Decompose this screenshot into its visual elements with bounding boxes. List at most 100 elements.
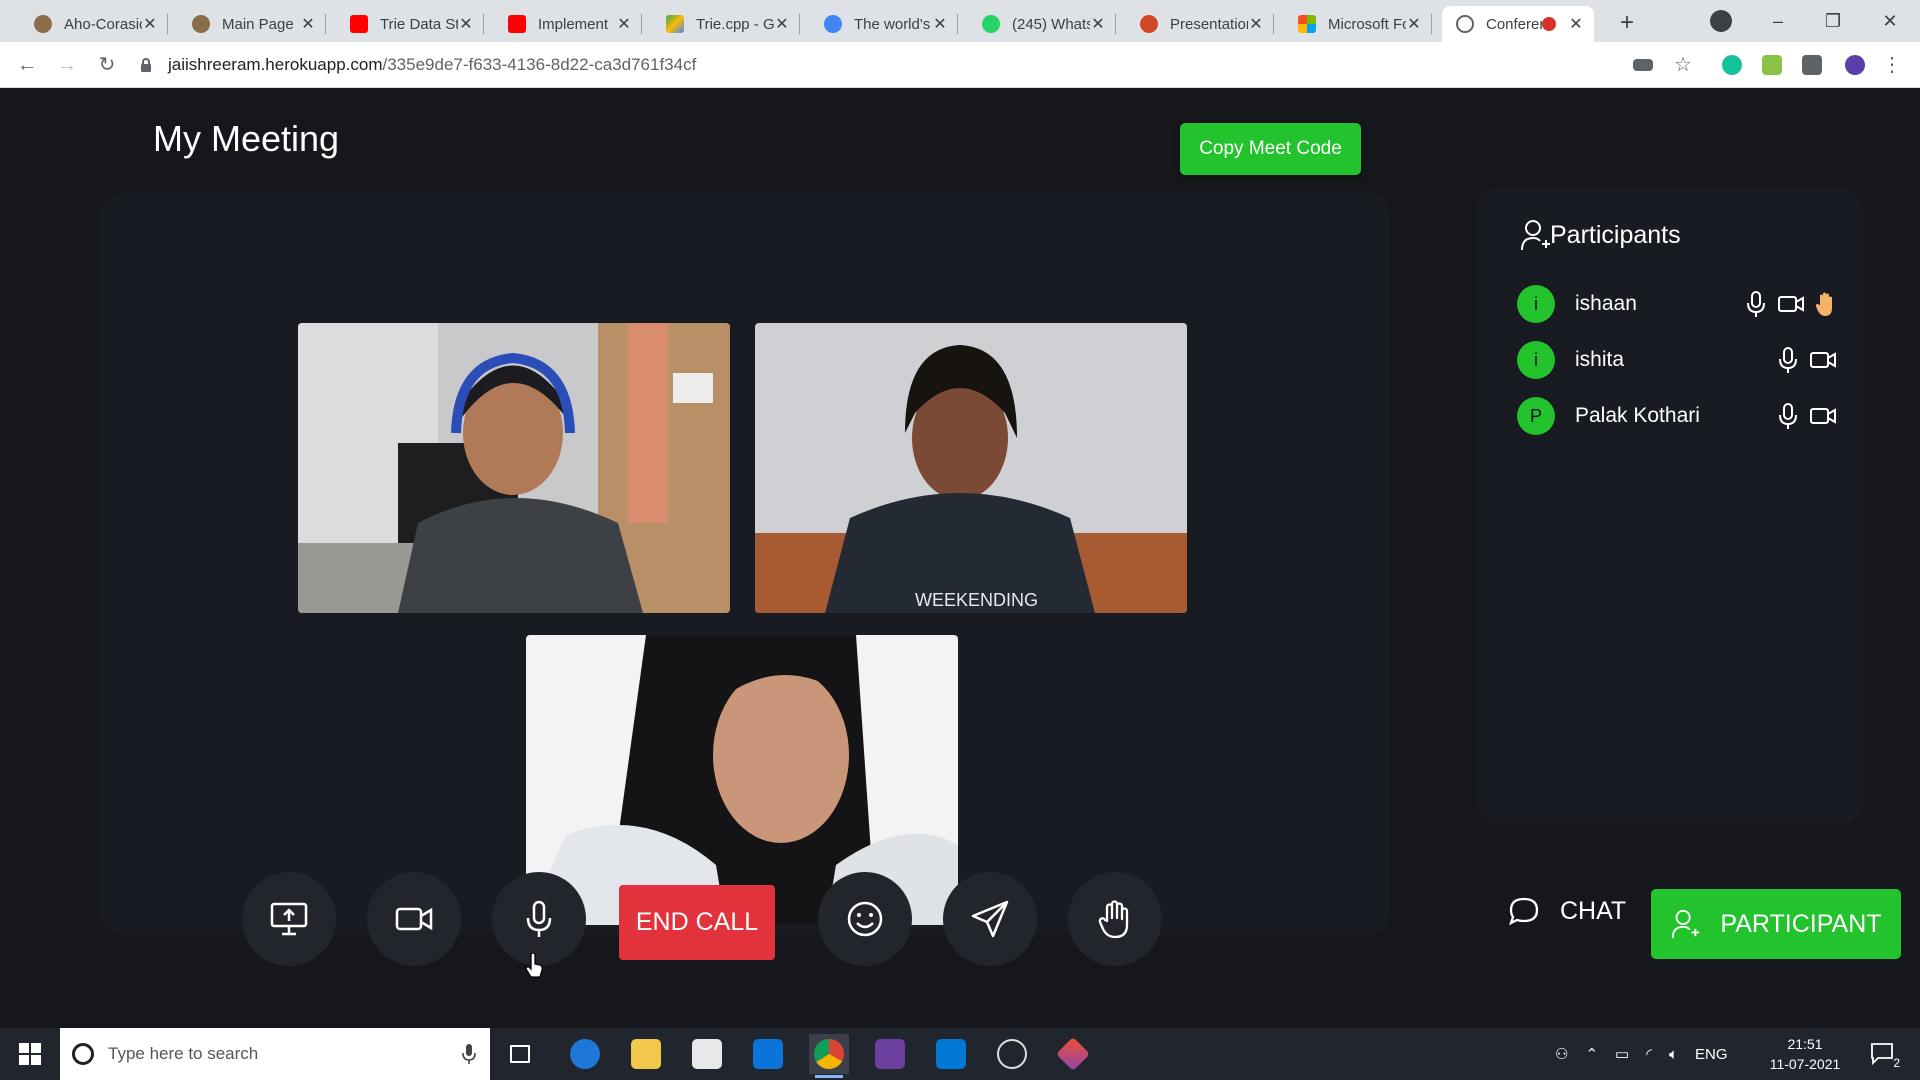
browser-tab[interactable]: Presentation ✕ (1126, 6, 1274, 42)
minimize-button[interactable]: – (1758, 6, 1798, 36)
browser-tab[interactable]: Implement ✕ (494, 6, 642, 42)
cortana-icon (72, 1043, 94, 1065)
people-icon[interactable]: ⚇ (1555, 1045, 1568, 1063)
chat-button[interactable]: CHAT (1508, 896, 1626, 926)
clock[interactable]: 21:51 11-07-2021 (1765, 1034, 1845, 1074)
taskbar-app-media[interactable] (870, 1034, 910, 1074)
close-tab-icon[interactable]: ✕ (932, 14, 948, 34)
tab-title: Implement (538, 15, 609, 33)
notification-icon (1871, 1043, 1893, 1066)
toggle-camera-button[interactable] (367, 872, 461, 966)
add-user-icon (1521, 220, 1550, 251)
browser-tab[interactable]: Main Page ✕ (178, 6, 326, 42)
participant-row: i ishita (1517, 340, 1837, 380)
task-view-button[interactable] (500, 1034, 540, 1074)
browser-tab[interactable]: (245) WhatsApp ✕ (968, 6, 1116, 42)
browser-tab[interactable]: Trie.cpp - Google Drive ✕ (652, 6, 800, 42)
browser-tab-active[interactable]: Conference ✕ (1442, 6, 1594, 42)
reload-icon[interactable]: ↻ (93, 51, 121, 79)
smiley-icon (847, 901, 883, 937)
participant-name: ishaan (1575, 292, 1637, 315)
close-tab-icon[interactable]: ✕ (1406, 14, 1422, 34)
clock-date: 11-07-2021 (1769, 1056, 1841, 1072)
screen-share-icon (270, 902, 308, 936)
browser-tab[interactable]: Microsoft Forms ✕ (1284, 6, 1432, 42)
close-tab-icon[interactable]: ✕ (1090, 14, 1106, 34)
toggle-microphone-button[interactable] (492, 872, 586, 966)
extensions-puzzle-icon[interactable] (1802, 55, 1822, 75)
taskbar-app-edge[interactable] (565, 1034, 605, 1074)
end-call-button[interactable]: END CALL (619, 885, 775, 960)
globe-icon (1456, 15, 1474, 33)
profile-avatar[interactable] (1845, 55, 1865, 75)
browser-tab[interactable]: Trie Data Structure ✕ (336, 6, 484, 42)
vscode-icon (936, 1039, 966, 1069)
taskbar-app-obs[interactable] (992, 1034, 1032, 1074)
browser-tab[interactable]: The world's ✕ (810, 6, 958, 42)
tab-search-icon[interactable] (1710, 10, 1732, 32)
taskbar-app-git[interactable] (1053, 1034, 1093, 1074)
restore-button[interactable]: ❐ (1813, 6, 1853, 36)
camera-in-use-icon[interactable] (1633, 59, 1653, 71)
close-tab-icon[interactable]: ✕ (142, 14, 158, 34)
taskbar-app-mail[interactable] (748, 1034, 788, 1074)
windows-logo-icon (19, 1043, 41, 1065)
microphone-icon[interactable] (462, 1043, 476, 1065)
close-tab-icon[interactable]: ✕ (1568, 14, 1584, 34)
camera-icon (395, 907, 433, 931)
forward-icon[interactable]: → (53, 51, 81, 79)
send-button[interactable] (943, 872, 1037, 966)
wifi-icon[interactable]: ◜ (1646, 1045, 1652, 1063)
browser-tab-bar: Aho-Corasick ✕ Main Page ✕ Trie Data Str… (0, 0, 1920, 42)
battery-icon[interactable]: ▭ (1615, 1045, 1629, 1063)
language-indicator[interactable]: ENG (1695, 1046, 1728, 1063)
copy-meet-code-button[interactable]: Copy Meet Code (1180, 123, 1361, 175)
back-icon[interactable]: ← (13, 51, 41, 79)
microphone-icon (1747, 291, 1765, 317)
new-tab-button[interactable]: + (1612, 8, 1642, 38)
store-icon (692, 1039, 722, 1069)
bookmark-star-icon[interactable]: ☆ (1669, 51, 1697, 79)
search-placeholder: Type here to search (108, 1044, 259, 1063)
volume-icon[interactable]: 🔈︎ (1669, 1046, 1678, 1063)
start-button[interactable] (0, 1028, 60, 1080)
video-grid: WEEKENDING (100, 193, 1390, 935)
close-tab-icon[interactable]: ✕ (300, 14, 316, 34)
youtube-icon (350, 15, 368, 33)
clock-time: 21:51 (1787, 1036, 1823, 1052)
extension-icon[interactable] (1762, 55, 1782, 75)
taskbar-search-box[interactable]: Type here to search (60, 1028, 490, 1080)
microphone-icon (526, 900, 552, 937)
url-path: /335e9de7-f633-4136-8d22-ca3d761f34cf (382, 55, 697, 74)
taskbar-app-store[interactable] (687, 1034, 727, 1074)
browser-tab[interactable]: Aho-Corasick ✕ (20, 6, 168, 42)
obs-icon (997, 1039, 1027, 1069)
close-window-button[interactable]: ✕ (1870, 6, 1910, 36)
close-tab-icon[interactable]: ✕ (458, 14, 474, 34)
tab-title: Aho-Corasick (64, 15, 142, 33)
system-tray: ⚇ ⌃ ▭ ◜ 🔈︎ ENG (1555, 1028, 1728, 1080)
taskbar-app-chrome[interactable] (809, 1034, 849, 1078)
powerpoint-icon (1140, 15, 1158, 33)
close-tab-icon[interactable]: ✕ (1248, 14, 1264, 34)
chevron-up-icon[interactable]: ⌃ (1585, 1045, 1598, 1063)
windows-taskbar: Type here to search ⚇ ⌃ ▭ ◜ 🔈︎ ENG 21:51… (0, 1028, 1920, 1080)
chat-bubble-icon (1509, 897, 1539, 926)
browser-toolbar: ← → ↻ jaiishreeram.herokuapp.com/335e9de… (0, 42, 1920, 88)
share-screen-button[interactable] (242, 872, 336, 966)
address-bar[interactable]: jaiishreeram.herokuapp.com/335e9de7-f633… (140, 50, 1640, 80)
close-tab-icon[interactable]: ✕ (774, 14, 790, 34)
microphone-icon (1779, 347, 1797, 373)
notification-center-button[interactable]: 2 (1870, 1042, 1900, 1070)
taskbar-app-vscode[interactable] (931, 1034, 971, 1074)
raise-hand-button[interactable] (1068, 872, 1162, 966)
browser-menu-icon[interactable]: ⋮ (1878, 51, 1906, 79)
grammarly-icon[interactable] (1722, 55, 1742, 75)
raised-hand-icon (1815, 292, 1832, 316)
git-icon (1056, 1037, 1090, 1071)
tab-title: The world's (854, 15, 931, 33)
participant-toggle-button[interactable]: PARTICIPANT (1651, 889, 1901, 959)
reactions-button[interactable] (818, 872, 912, 966)
close-tab-icon[interactable]: ✕ (616, 14, 632, 34)
taskbar-app-explorer[interactable] (626, 1034, 666, 1074)
